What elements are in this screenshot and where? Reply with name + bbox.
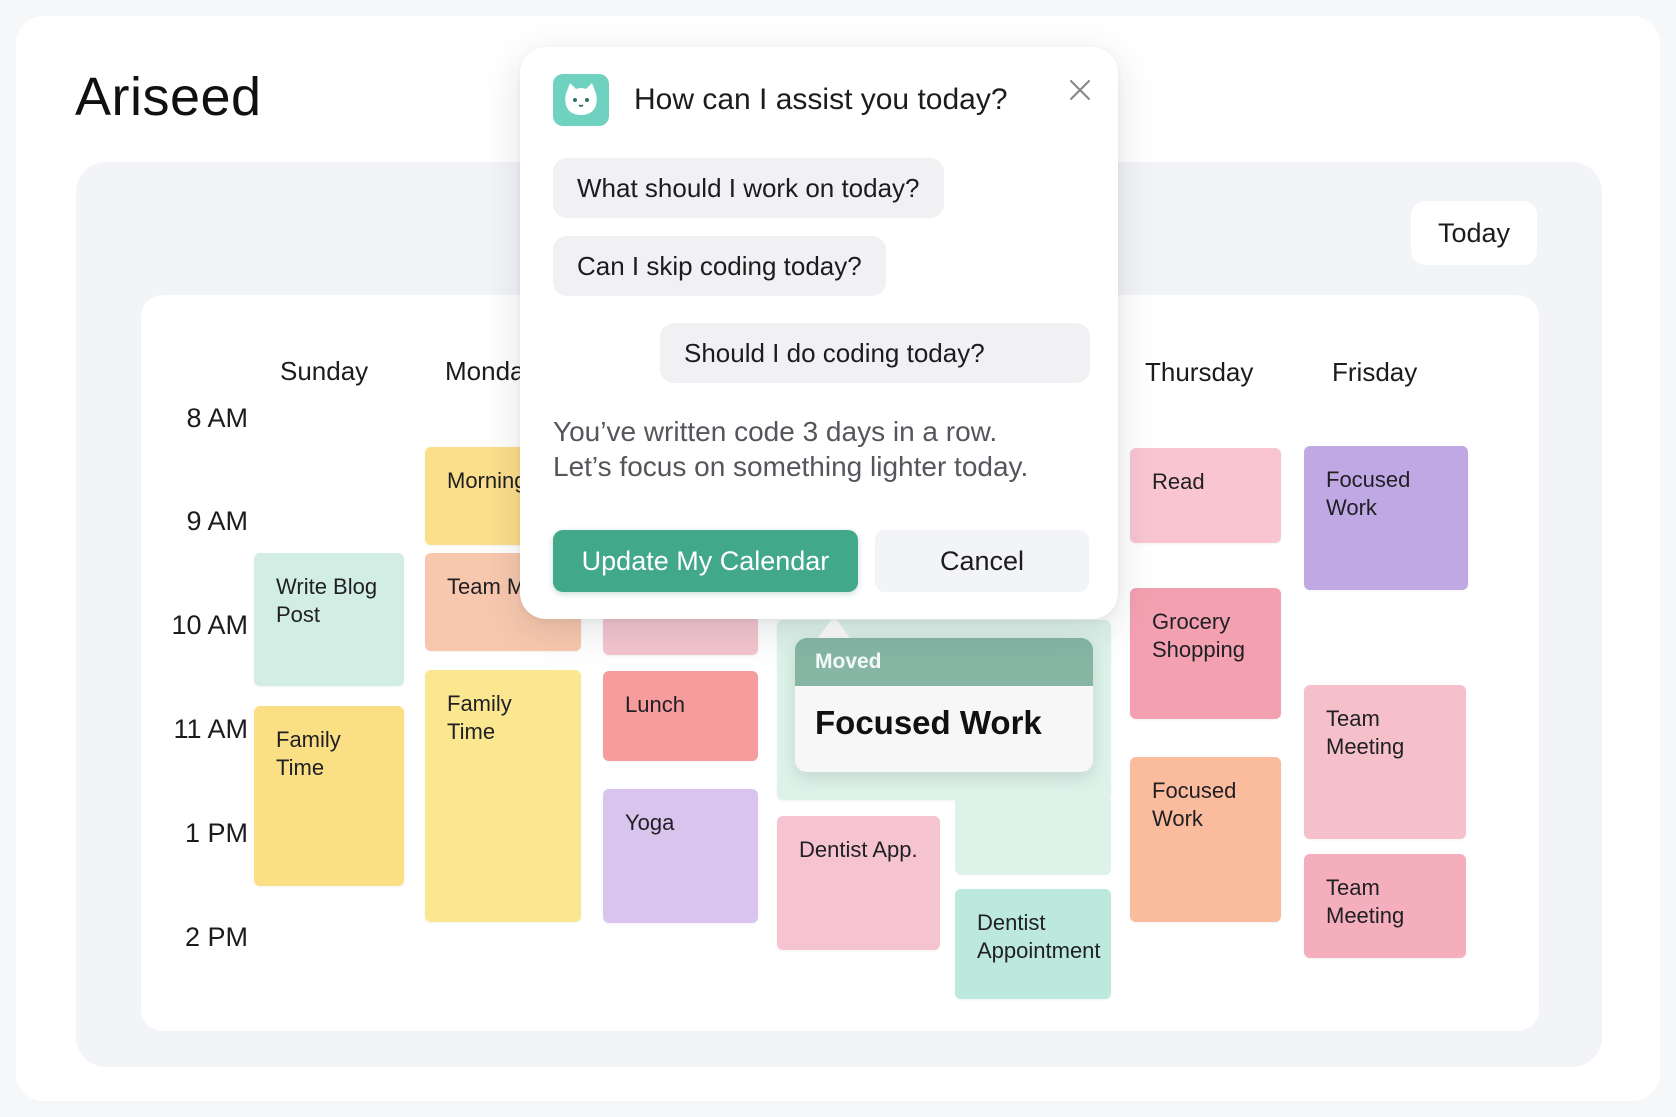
day-header-sunday: Sunday [280,356,369,386]
event-title: Appointment [977,938,1101,963]
event-title: Work [1152,806,1203,831]
event-family-time[interactable]: Family Time [425,670,581,922]
event-focused-work[interactable]: Focused Work [1130,757,1281,922]
event-title: Read [1152,469,1205,494]
event-lunch[interactable]: Lunch [603,671,758,761]
suggestion-chip[interactable]: What should I work on today? [553,158,944,218]
time-label: 9 AM [186,506,248,536]
time-label: 8 AM [186,403,248,433]
time-label: 11 AM [173,714,248,744]
event-yoga[interactable]: Yoga [603,789,758,923]
event-team-meeting[interactable]: Team Meeting [1304,854,1466,958]
event-title: Yoga [625,810,675,835]
event-title: Family Time [276,727,341,780]
event-title: Focused Work [1326,467,1411,520]
time-label: 1 PM [184,818,248,848]
event-title: Team Meeting [1326,706,1405,759]
event-team-meeting[interactable]: Team Meeting [1304,685,1466,839]
event-title: Lunch [625,692,685,717]
event-read[interactable]: Read [1130,448,1281,543]
event-grocery-shopping[interactable]: Grocery Shopping [1130,588,1281,719]
assistant-title: How can I assist you today? [634,83,1008,116]
event-block [955,795,1111,875]
suggestion-chip[interactable]: Can I skip coding today? [553,236,886,296]
assistant-reply-line: You’ve written code 3 days in a row. [553,416,998,447]
app-title: Ariseed [75,67,262,127]
event-title: Grocery [1152,609,1231,634]
cat-face-icon [553,74,609,126]
user-message-bubble: Should I do coding today? [660,323,1090,383]
day-header-friday: Frisday [1332,357,1418,387]
cancel-button[interactable]: Cancel [875,530,1089,592]
event-title: Focused [1152,778,1237,803]
moved-tag: Moved [795,638,1093,686]
event-family-time[interactable]: Family Time [254,706,404,886]
day-header-thursday: Thursday [1145,357,1254,387]
event-dentist-app[interactable]: Dentist App. [777,816,940,950]
event-block[interactable] [603,615,758,655]
event-title: Write Blog [276,574,378,599]
today-button[interactable]: Today [1411,201,1537,265]
moved-event-card[interactable]: Moved Focused Work [795,638,1093,772]
moved-card-pointer [818,616,850,638]
time-label: 10 AM [171,610,248,640]
time-label: 2 PM [184,922,248,952]
assistant-reply-line: Let’s focus on something lighter today. [553,451,1029,482]
event-title: Dentist [977,910,1046,935]
event-write-blog-post[interactable]: Write Blog Post [254,553,404,686]
event-title: Team Meeting [1326,875,1405,928]
event-dentist-appointment[interactable]: Dentist Appointment [955,889,1111,999]
update-calendar-button[interactable]: Update My Calendar [553,530,858,592]
event-focused-work[interactable]: Focused Work [1304,446,1468,590]
close-icon[interactable] [1063,73,1097,107]
day-header-monday: Monda [445,356,525,386]
event-title: Shopping [1152,637,1245,662]
moved-event-title: Focused Work [815,704,1042,741]
event-title: Family Time [447,691,512,744]
assistant-dialog: How can I assist you today? What should … [520,47,1118,619]
event-title: Dentist App. [799,837,918,862]
event-title: Post [276,602,321,627]
